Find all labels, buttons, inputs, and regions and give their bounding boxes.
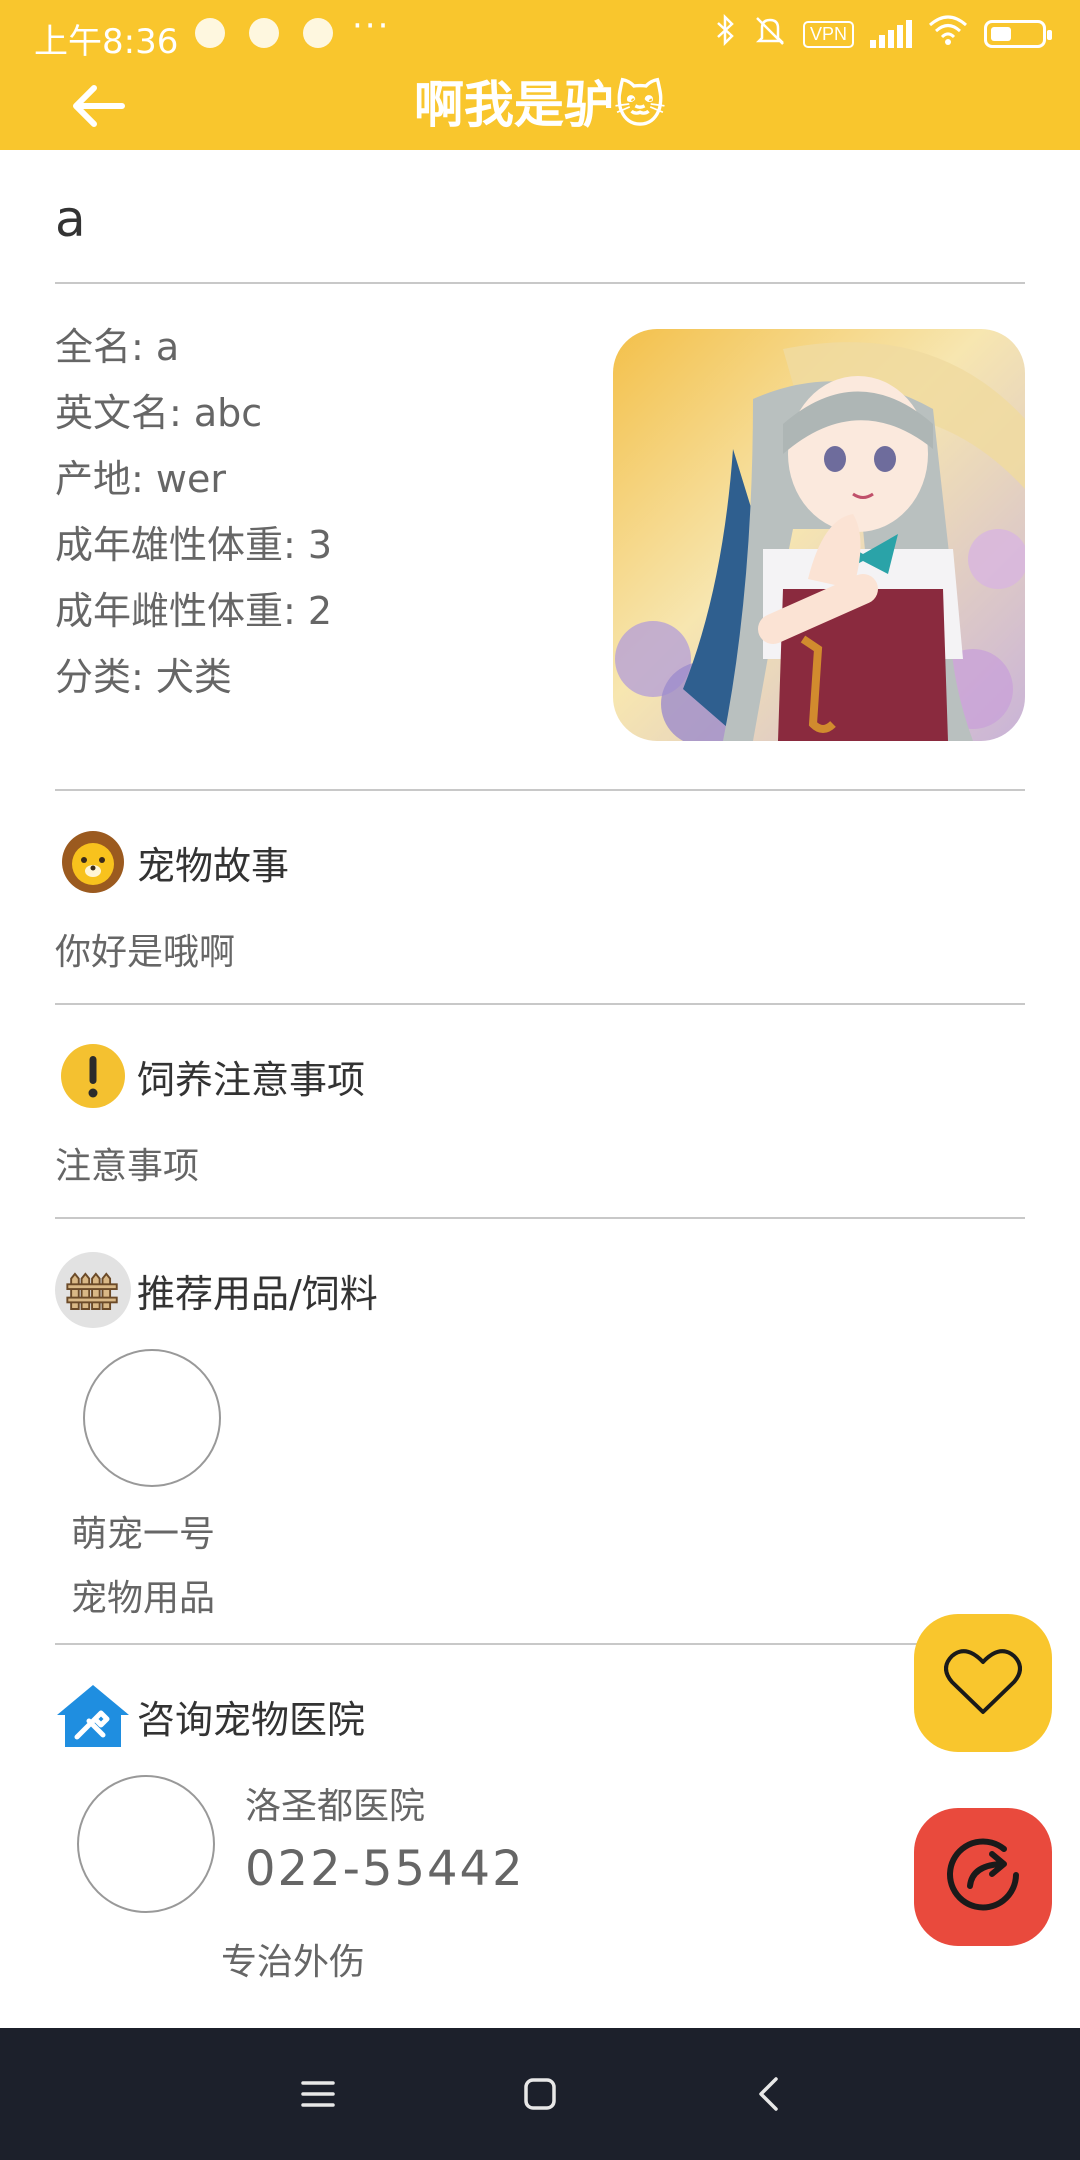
status-left-icons — [195, 18, 333, 48]
fence-icon — [55, 1252, 131, 1328]
pet-info-block: 全名: a 英文名: abc 产地: wer 成年雄性体重: 3 成年雌性体重:… — [55, 284, 1025, 789]
product-image — [83, 1349, 221, 1487]
pet-male-weight: 成年雄性体重: 3 — [55, 523, 333, 567]
story-text: 你好是哦啊 — [55, 932, 236, 973]
status-time: 上午8:36 — [34, 22, 179, 62]
share-icon — [938, 1830, 1028, 1924]
product-category: 宠物用品 — [71, 1578, 216, 1619]
status-right-icons: VPN — [715, 13, 1052, 54]
home-icon — [523, 2077, 557, 2115]
product-name: 萌宠一号 — [71, 1514, 216, 1555]
app-notification-icon — [303, 18, 333, 48]
supplies-title: 推荐用品/饲料 — [137, 1271, 378, 1316]
story-section-header: 宠物故事 — [55, 827, 1025, 897]
page-title: 啊我是驴🐱 — [413, 76, 667, 134]
menu-icon — [301, 2080, 335, 2112]
pet-origin: 产地: wer — [55, 457, 226, 501]
back-icon — [756, 2076, 780, 2116]
bluetooth-icon — [715, 13, 737, 54]
hospital-icon — [55, 1678, 131, 1754]
vpn-icon: VPN — [802, 20, 854, 48]
warning-icon — [55, 1038, 131, 1114]
pet-photo[interactable] — [613, 329, 1025, 741]
divider — [55, 1217, 1025, 1219]
pet-female-weight: 成年雌性体重: 2 — [55, 589, 333, 633]
product-item[interactable]: 萌宠一号 宠物用品 — [71, 1349, 231, 1621]
share-button[interactable] — [914, 1808, 1052, 1946]
nav-home-button[interactable] — [510, 2066, 570, 2126]
mute-icon — [753, 14, 787, 54]
battery-icon — [984, 20, 1052, 48]
divider — [55, 1003, 1025, 1005]
pet-detail-content: a 全名: a 英文名: abc 产地: wer 成年雄性体重: 3 成年雌性体… — [55, 150, 1025, 2001]
heart-icon — [944, 1646, 1022, 1720]
divider — [55, 1643, 1025, 1645]
app-bar: 啊我是驴🐱 — [0, 72, 1080, 150]
signal-icon — [870, 20, 912, 48]
pet-info-list: 全名: a 英文名: abc 产地: wer 成年雄性体重: 3 成年雌性体重:… — [55, 314, 332, 710]
system-nav-bar — [0, 2028, 1080, 2160]
pet-category: 分类: 犬类 — [55, 655, 232, 699]
favorite-button[interactable] — [914, 1614, 1052, 1752]
app-notification-icon — [249, 18, 279, 48]
care-text: 注意事项 — [55, 1146, 200, 1187]
hospital-specialty: 专治外伤 — [221, 1942, 366, 1983]
pet-english-name: 英文名: abc — [55, 391, 263, 435]
pet-full-name: 全名: a — [55, 325, 180, 369]
care-title: 饲养注意事项 — [137, 1057, 366, 1102]
story-title: 宠物故事 — [137, 843, 290, 888]
status-more-icon: ··· — [352, 6, 391, 46]
care-section-header: 饲养注意事项 — [55, 1041, 1025, 1111]
hotspot-icon — [195, 18, 225, 48]
divider — [55, 789, 1025, 791]
wifi-icon — [928, 15, 968, 53]
status-bar: 上午8:36 ··· VPN — [0, 0, 1080, 72]
hospital-phone[interactable]: 022-55442 — [245, 1841, 525, 1897]
hospital-name: 洛圣都医院 — [245, 1786, 426, 1827]
nav-menu-button[interactable] — [288, 2066, 348, 2126]
nav-back-button[interactable] — [738, 2066, 798, 2126]
lion-icon — [55, 824, 131, 900]
hospital-image — [77, 1775, 215, 1913]
pet-short-name: a — [55, 190, 86, 248]
hospital-card[interactable]: 洛圣都医院 022-55442 专治外伤 — [55, 1761, 1025, 2001]
supplies-section-header: 推荐用品/饲料 — [55, 1252, 1025, 1328]
hospital-section-header: 咨询宠物医院 — [55, 1681, 1025, 1751]
hospital-title: 咨询宠物医院 — [137, 1697, 366, 1742]
